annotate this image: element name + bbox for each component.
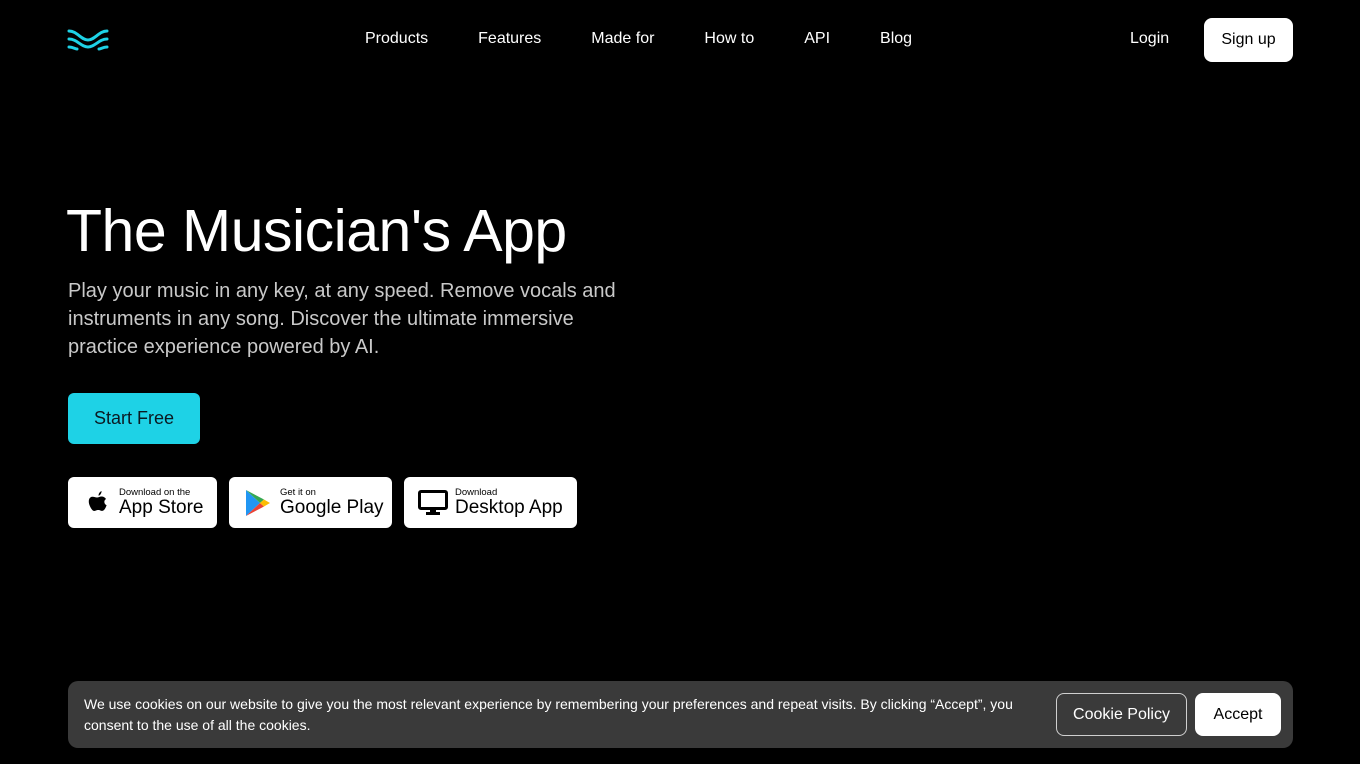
nav-made-for[interactable]: Made for [591,29,654,49]
google-play-big-text: Google Play [280,496,384,518]
hero-subtitle: Play your music in any key, at any speed… [68,280,616,358]
app-store-big-text: App Store [119,496,204,518]
desktop-big-text: Desktop App [455,496,563,518]
desktop-app-button[interactable]: Download Desktop App [404,477,577,528]
start-free-button[interactable]: Start Free [68,393,200,444]
app-store-small-text: Download on the [119,486,191,498]
nav-how-to[interactable]: How to [704,29,754,49]
cookie-text: We use cookies on our website to give yo… [84,696,1013,733]
app-store-button[interactable]: Download on the App Store [68,477,217,528]
cookie-banner: We use cookies on our website to give yo… [68,681,1293,748]
google-play-small-text: Get it on [280,486,316,498]
desktop-small-text: Download [455,486,498,498]
nav-blog[interactable]: Blog [880,29,912,49]
nav-features[interactable]: Features [478,29,541,49]
accept-cookies-button[interactable]: Accept [1195,693,1281,736]
monitor-icon [418,489,448,516]
cookie-policy-button[interactable]: Cookie Policy [1056,693,1187,736]
nav-products[interactable]: Products [365,29,428,49]
google-play-button[interactable]: Get it on Google Play [229,477,392,528]
hero-title: The Musician's App [66,198,567,264]
site-header: Products Features Made for How to API Bl… [0,0,1360,80]
apple-icon [84,488,110,518]
signup-button[interactable]: Sign up [1204,18,1293,62]
login-link[interactable]: Login [1130,29,1169,49]
logo-link[interactable] [67,28,109,51]
google-play-icon [244,488,272,518]
wave-logo-icon [67,29,109,51]
nav-api[interactable]: API [804,29,830,49]
main-nav: Products Features Made for How to API Bl… [365,29,912,49]
